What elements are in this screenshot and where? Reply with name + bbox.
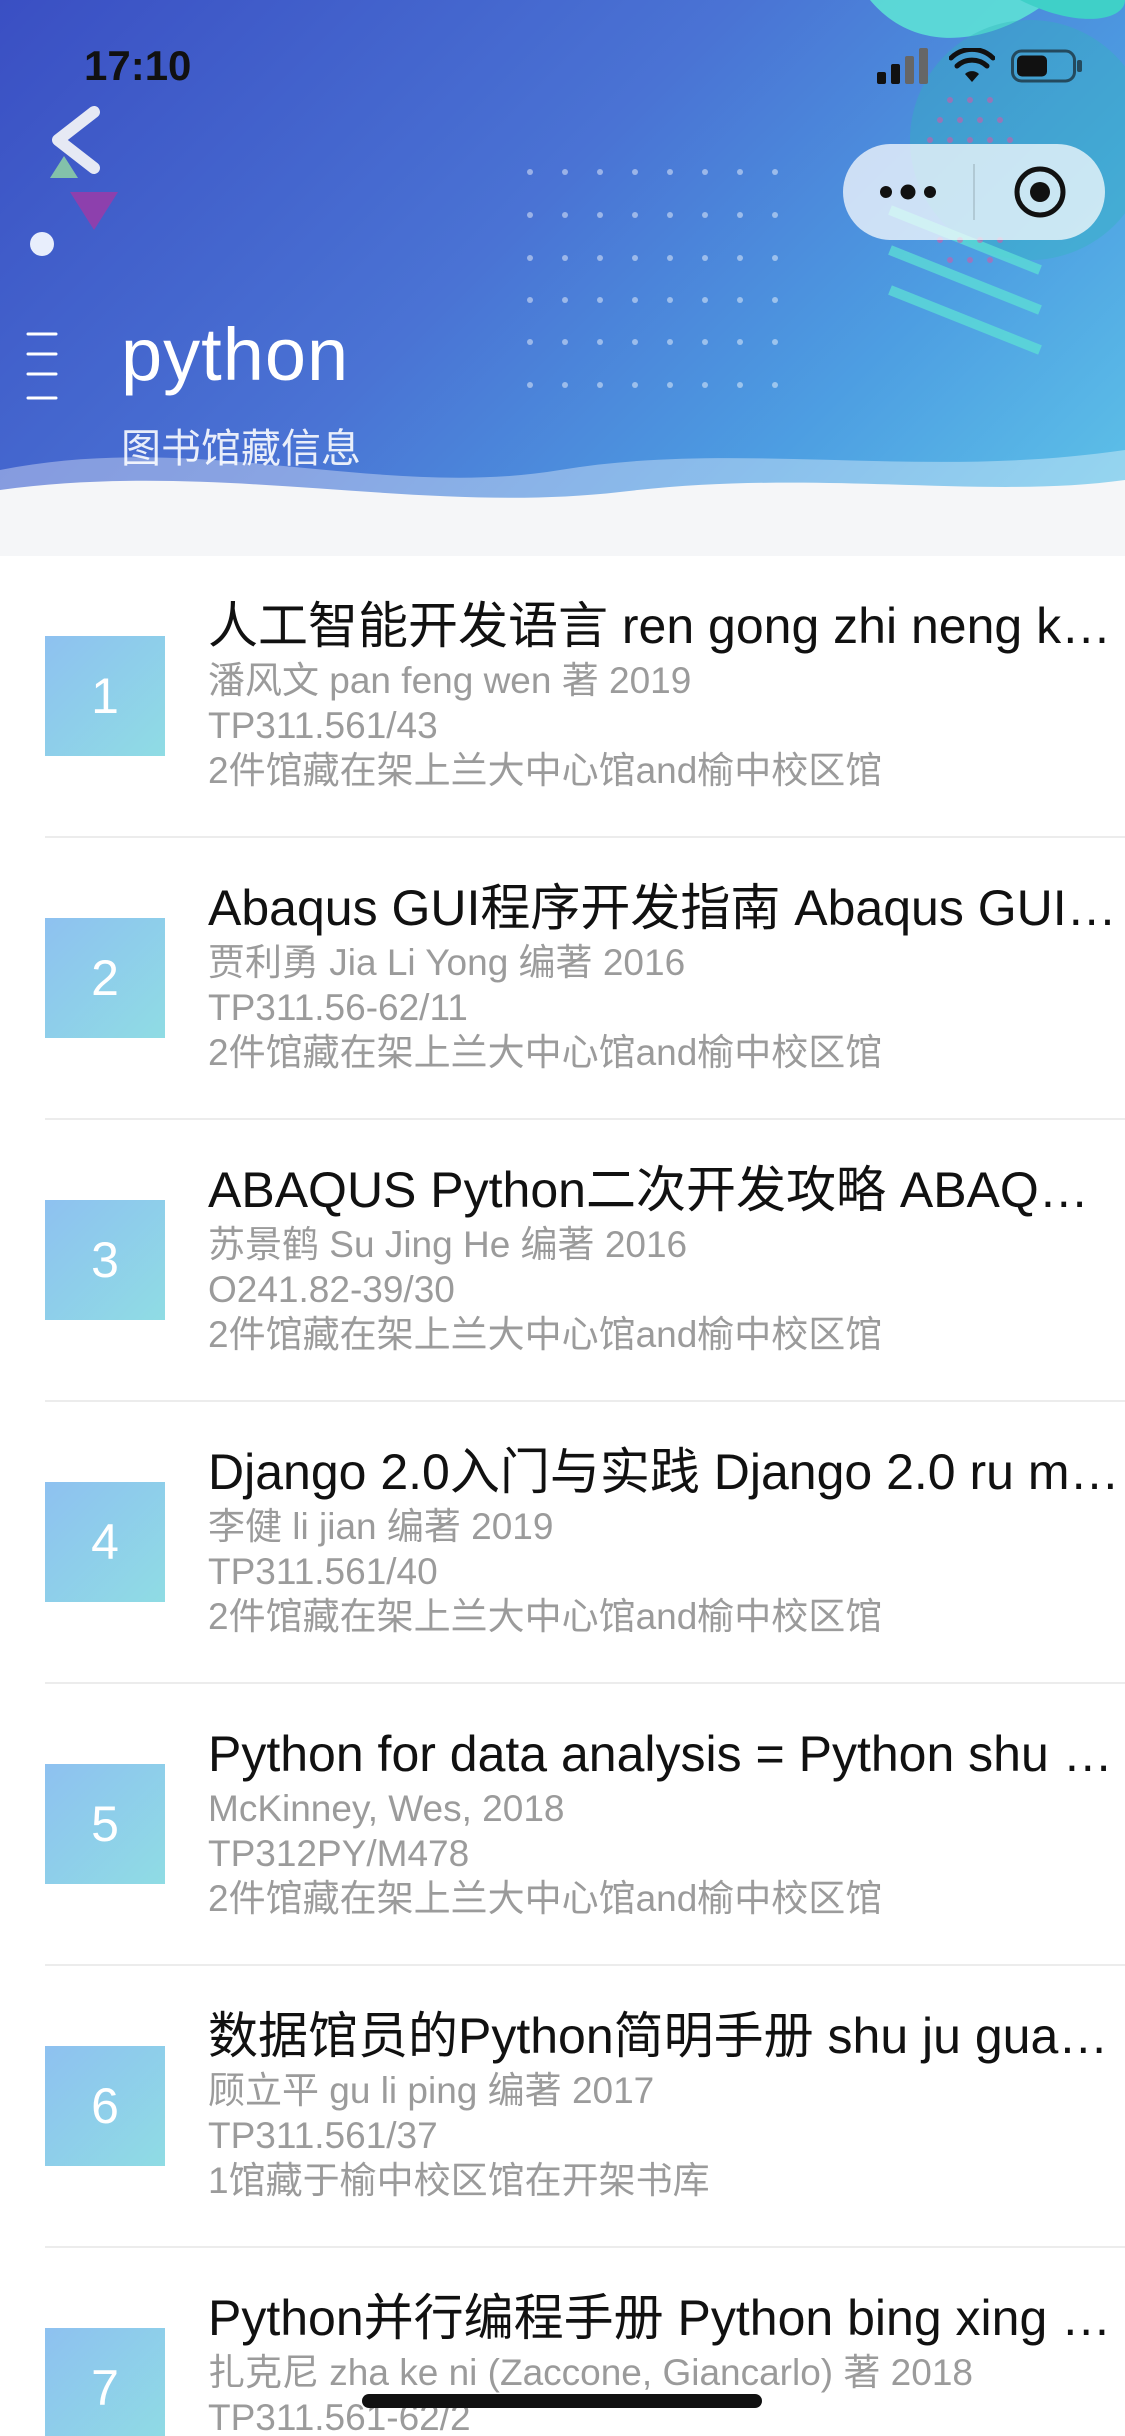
status-time: 17:10 bbox=[84, 42, 192, 89]
book-call-number: TP311.561/43 bbox=[208, 705, 438, 746]
book-title: ABAQUS Python二次开发攻略 ABAQUS Python er ci … bbox=[208, 1162, 1123, 1218]
menu-lines-icon bbox=[26, 332, 58, 400]
list-item[interactable]: 4 Django 2.0入门与实践 Django 2.0 ru men yu s… bbox=[45, 1402, 1125, 1684]
book-call-number: TP311.56-62/11 bbox=[208, 987, 468, 1028]
mini-program-capsule bbox=[843, 144, 1105, 240]
book-call-number: TP311.561/37 bbox=[208, 2115, 438, 2156]
book-title: Python并行编程手册 Python bing xing bian cheng… bbox=[208, 2290, 1123, 2346]
page-title: python bbox=[121, 313, 350, 396]
book-info: ABAQUS Python二次开发攻略 ABAQUS Python er ci … bbox=[208, 1158, 1123, 1357]
book-index-badge: 5 bbox=[45, 1764, 165, 1884]
header-banner: 17:10 python 图书馆藏信息 bbox=[0, 0, 1125, 520]
book-author: McKinney, Wes, 2018 bbox=[208, 1788, 565, 1829]
more-dots-icon bbox=[880, 184, 936, 200]
book-index-badge: 4 bbox=[45, 1482, 165, 1602]
chevron-left-icon bbox=[52, 106, 100, 174]
book-title: Abaqus GUI程序开发指南 Abaqus GUI cheng xu kai… bbox=[208, 880, 1123, 936]
book-info: Django 2.0入门与实践 Django 2.0 ru men yu shi… bbox=[208, 1440, 1123, 1639]
list-item[interactable]: 1 人工智能开发语言 ren gong zhi neng kai fa yu y… bbox=[45, 556, 1125, 838]
book-call-number: TP311.561/40 bbox=[208, 1551, 438, 1592]
more-button[interactable] bbox=[843, 144, 973, 240]
book-call-number: TP312PY/M478 bbox=[208, 1833, 470, 1874]
book-title: Python for data analysis = Python shu ju… bbox=[208, 1726, 1123, 1782]
book-holdings: 2件馆藏在架上兰大中心馆and榆中校区馆 bbox=[208, 750, 883, 791]
book-holdings: 2件馆藏在架上兰大中心馆and榆中校区馆 bbox=[208, 1596, 883, 1637]
list-item[interactable]: 6 数据馆员的Python简明手册 shu ju guan yuan de Py… bbox=[45, 1966, 1125, 2248]
book-index-badge: 7 bbox=[45, 2328, 165, 2436]
battery-icon bbox=[1011, 49, 1082, 83]
book-index-badge: 3 bbox=[45, 1200, 165, 1320]
book-holdings: 2件馆藏在架上兰大中心馆and榆中校区馆 bbox=[208, 1032, 883, 1073]
list-item[interactable]: 3 ABAQUS Python二次开发攻略 ABAQUS Python er c… bbox=[45, 1120, 1125, 1402]
book-author: 潘风文 pan feng wen 著 2019 bbox=[208, 660, 692, 701]
list-item[interactable]: 2 Abaqus GUI程序开发指南 Abaqus GUI cheng xu k… bbox=[45, 838, 1125, 1120]
book-index-badge: 1 bbox=[45, 636, 165, 756]
book-holdings: 1馆藏于榆中校区馆在开架书库 bbox=[208, 2160, 710, 2201]
back-button[interactable] bbox=[40, 100, 120, 180]
book-list: 1 人工智能开发语言 ren gong zhi neng kai fa yu y… bbox=[0, 556, 1125, 2436]
book-author: 贾利勇 Jia Li Yong 编著 2016 bbox=[208, 942, 686, 983]
page-subtitle: 图书馆藏信息 bbox=[121, 426, 361, 472]
home-indicator[interactable] bbox=[362, 2394, 762, 2408]
list-item[interactable]: 5 Python for data analysis = Python shu … bbox=[45, 1684, 1125, 1966]
book-author: 顾立平 gu li ping 编著 2017 bbox=[208, 2070, 655, 2111]
library-search-page: 17:10 python 图书馆藏信息 1 人工智能开发语言 ren gong … bbox=[0, 0, 1125, 2436]
side-menu-button[interactable] bbox=[24, 328, 60, 404]
book-author: 李健 li jian 编著 2019 bbox=[208, 1506, 554, 1547]
book-call-number: O241.82-39/30 bbox=[208, 1269, 455, 1310]
book-author: 扎克尼 zha ke ni (Zaccone, Giancarlo) 著 201… bbox=[208, 2352, 973, 2393]
header-spacer bbox=[0, 508, 1125, 556]
book-index-badge: 2 bbox=[45, 918, 165, 1038]
book-info: 人工智能开发语言 ren gong zhi neng kai fa yu yan… bbox=[208, 594, 1123, 793]
book-holdings: 2件馆藏在架上兰大中心馆and榆中校区馆 bbox=[208, 1314, 883, 1355]
book-title: 人工智能开发语言 ren gong zhi neng kai fa yu yan bbox=[208, 598, 1123, 654]
book-index-badge: 6 bbox=[45, 2046, 165, 2166]
book-title: 数据馆员的Python简明手册 shu ju guan yuan de Pyth… bbox=[208, 2008, 1123, 2064]
close-mini-program-button[interactable] bbox=[975, 144, 1105, 240]
book-info: Python for data analysis = Python shu ju… bbox=[208, 1722, 1123, 1921]
wifi-icon bbox=[949, 48, 995, 82]
status-icons bbox=[877, 48, 1083, 84]
target-circle-icon bbox=[1014, 166, 1066, 218]
book-info: Abaqus GUI程序开发指南 Abaqus GUI cheng xu kai… bbox=[208, 876, 1123, 1075]
book-author: 苏景鹤 Su Jing He 编著 2016 bbox=[208, 1224, 688, 1265]
signal-icon bbox=[877, 48, 928, 84]
book-holdings: 2件馆藏在架上兰大中心馆and榆中校区馆 bbox=[208, 1878, 883, 1919]
book-title: Django 2.0入门与实践 Django 2.0 ru men yu shi… bbox=[208, 1444, 1123, 1500]
book-info: Python并行编程手册 Python bing xing bian cheng… bbox=[208, 2286, 1123, 2436]
book-info: 数据馆员的Python简明手册 shu ju guan yuan de Pyth… bbox=[208, 2004, 1123, 2203]
